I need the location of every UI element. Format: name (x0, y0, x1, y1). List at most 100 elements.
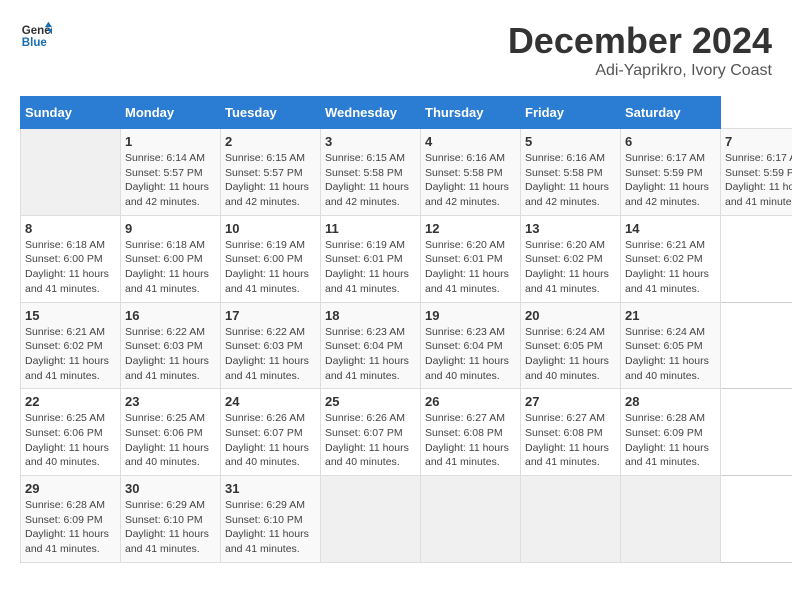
day-info: Sunrise: 6:24 AMSunset: 6:05 PMDaylight:… (625, 325, 716, 384)
calendar-cell: 27 Sunrise: 6:27 AMSunset: 6:08 PMDayligh… (521, 389, 621, 476)
day-info: Sunrise: 6:18 AMSunset: 6:00 PMDaylight:… (25, 238, 116, 297)
day-info: Sunrise: 6:20 AMSunset: 6:01 PMDaylight:… (425, 238, 516, 297)
day-number: 18 (325, 308, 416, 323)
month-title: December 2024 (508, 20, 772, 62)
day-info: Sunrise: 6:29 AMSunset: 6:10 PMDaylight:… (225, 498, 316, 557)
day-number: 16 (125, 308, 216, 323)
calendar-cell (521, 476, 621, 563)
col-header-saturday: Saturday (621, 97, 721, 129)
calendar-cell (421, 476, 521, 563)
day-info: Sunrise: 6:26 AMSunset: 6:07 PMDaylight:… (325, 411, 416, 470)
calendar-cell: 16Sunrise: 6:22 AMSunset: 6:03 PMDayligh… (121, 302, 221, 389)
day-info: Sunrise: 6:26 AMSunset: 6:07 PMDaylight:… (225, 411, 316, 470)
day-number: 3 (325, 134, 416, 149)
day-number: 6 (625, 134, 716, 149)
day-number: 24 (225, 394, 316, 409)
day-number: 30 (125, 481, 216, 496)
calendar-cell (21, 129, 121, 216)
calendar-cell: 6 Sunrise: 6:17 AMSunset: 5:59 PMDaylight… (621, 129, 721, 216)
calendar-cell: 4 Sunrise: 6:16 AMSunset: 5:58 PMDaylight… (421, 129, 521, 216)
col-header-thursday: Thursday (421, 97, 521, 129)
day-number: 9 (125, 221, 216, 236)
col-header-monday: Monday (121, 97, 221, 129)
day-number: 29 (25, 481, 116, 496)
day-number: 26 (425, 394, 516, 409)
day-info: Sunrise: 6:24 AMSunset: 6:05 PMDaylight:… (525, 325, 616, 384)
calendar-cell: 1Sunrise: 6:14 AMSunset: 5:57 PMDaylight… (121, 129, 221, 216)
day-number: 2 (225, 134, 316, 149)
day-info: Sunrise: 6:16 AMSunset: 5:58 PMDaylight:… (425, 151, 516, 210)
day-info: Sunrise: 6:21 AMSunset: 6:02 PMDaylight:… (25, 325, 116, 384)
day-number: 25 (325, 394, 416, 409)
day-info: Sunrise: 6:17 AMSunset: 5:59 PMDaylight:… (625, 151, 716, 210)
calendar-cell: 30 Sunrise: 6:29 AMSunset: 6:10 PMDayligh… (121, 476, 221, 563)
day-number: 1 (125, 134, 216, 149)
day-number: 17 (225, 308, 316, 323)
calendar-cell: 25 Sunrise: 6:26 AMSunset: 6:07 PMDayligh… (321, 389, 421, 476)
col-header-friday: Friday (521, 97, 621, 129)
calendar-cell (321, 476, 421, 563)
col-header-tuesday: Tuesday (221, 97, 321, 129)
calendar-week-row: 29 Sunrise: 6:28 AMSunset: 6:09 PMDayligh… (21, 476, 792, 563)
calendar-week-row: 8 Sunrise: 6:18 AMSunset: 6:00 PMDaylight… (21, 215, 792, 302)
day-number: 12 (425, 221, 516, 236)
calendar-cell: 14Sunrise: 6:21 AMSunset: 6:02 PMDayligh… (621, 215, 721, 302)
calendar-cell: 3 Sunrise: 6:15 AMSunset: 5:58 PMDaylight… (321, 129, 421, 216)
day-number: 28 (625, 394, 716, 409)
day-info: Sunrise: 6:19 AMSunset: 6:01 PMDaylight:… (325, 238, 416, 297)
day-info: Sunrise: 6:23 AMSunset: 6:04 PMDaylight:… (325, 325, 416, 384)
calendar-cell: 22 Sunrise: 6:25 AMSunset: 6:06 PMDayligh… (21, 389, 121, 476)
calendar-cell: 2Sunrise: 6:15 AMSunset: 5:57 PMDaylight… (221, 129, 321, 216)
title-area: December 2024 Adi-Yaprikro, Ivory Coast (508, 20, 772, 80)
calendar-cell: 11 Sunrise: 6:19 AMSunset: 6:01 PMDayligh… (321, 215, 421, 302)
svg-text:Blue: Blue (22, 37, 48, 49)
day-number: 20 (525, 308, 616, 323)
day-info: Sunrise: 6:25 AMSunset: 6:06 PMDaylight:… (125, 411, 216, 470)
day-info: Sunrise: 6:15 AMSunset: 5:58 PMDaylight:… (325, 151, 416, 210)
day-info: Sunrise: 6:27 AMSunset: 6:08 PMDaylight:… (425, 411, 516, 470)
calendar-cell: 24 Sunrise: 6:26 AMSunset: 6:07 PMDayligh… (221, 389, 321, 476)
day-info: Sunrise: 6:25 AMSunset: 6:06 PMDaylight:… (25, 411, 116, 470)
day-info: Sunrise: 6:20 AMSunset: 6:02 PMDaylight:… (525, 238, 616, 297)
calendar-cell: 7 Sunrise: 6:17 AMSunset: 5:59 PMDaylight… (721, 129, 792, 216)
col-header-wednesday: Wednesday (321, 97, 421, 129)
calendar-cell: 9 Sunrise: 6:18 AMSunset: 6:00 PMDaylight… (121, 215, 221, 302)
logo: General Blue (20, 20, 52, 52)
logo-icon: General Blue (20, 20, 52, 52)
day-info: Sunrise: 6:29 AMSunset: 6:10 PMDaylight:… (125, 498, 216, 557)
day-number: 7 (725, 134, 792, 149)
calendar-week-row: 1Sunrise: 6:14 AMSunset: 5:57 PMDaylight… (21, 129, 792, 216)
calendar-cell: 17 Sunrise: 6:22 AMSunset: 6:03 PMDayligh… (221, 302, 321, 389)
calendar-cell: 12 Sunrise: 6:20 AMSunset: 6:01 PMDayligh… (421, 215, 521, 302)
page-header: General Blue December 2024 Adi-Yaprikro,… (20, 20, 772, 80)
calendar-table: SundayMondayTuesdayWednesdayThursdayFrid… (20, 96, 792, 563)
calendar-cell: 8 Sunrise: 6:18 AMSunset: 6:00 PMDaylight… (21, 215, 121, 302)
day-number: 11 (325, 221, 416, 236)
calendar-week-row: 22 Sunrise: 6:25 AMSunset: 6:06 PMDayligh… (21, 389, 792, 476)
day-info: Sunrise: 6:17 AMSunset: 5:59 PMDaylight:… (725, 151, 792, 210)
day-info: Sunrise: 6:18 AMSunset: 6:00 PMDaylight:… (125, 238, 216, 297)
calendar-cell: 5Sunrise: 6:16 AMSunset: 5:58 PMDaylight… (521, 129, 621, 216)
day-info: Sunrise: 6:23 AMSunset: 6:04 PMDaylight:… (425, 325, 516, 384)
day-info: Sunrise: 6:27 AMSunset: 6:08 PMDaylight:… (525, 411, 616, 470)
day-number: 21 (625, 308, 716, 323)
calendar-cell: 26 Sunrise: 6:27 AMSunset: 6:08 PMDayligh… (421, 389, 521, 476)
calendar-cell: 28 Sunrise: 6:28 AMSunset: 6:09 PMDayligh… (621, 389, 721, 476)
day-number: 22 (25, 394, 116, 409)
location-subtitle: Adi-Yaprikro, Ivory Coast (508, 62, 772, 80)
day-info: Sunrise: 6:22 AMSunset: 6:03 PMDaylight:… (225, 325, 316, 384)
calendar-cell (621, 476, 721, 563)
day-number: 23 (125, 394, 216, 409)
day-number: 4 (425, 134, 516, 149)
col-header-sunday: Sunday (21, 97, 121, 129)
day-number: 27 (525, 394, 616, 409)
calendar-cell: 10Sunrise: 6:19 AMSunset: 6:00 PMDayligh… (221, 215, 321, 302)
day-info: Sunrise: 6:28 AMSunset: 6:09 PMDaylight:… (625, 411, 716, 470)
day-number: 5 (525, 134, 616, 149)
calendar-week-row: 15Sunrise: 6:21 AMSunset: 6:02 PMDayligh… (21, 302, 792, 389)
day-number: 8 (25, 221, 116, 236)
day-info: Sunrise: 6:28 AMSunset: 6:09 PMDaylight:… (25, 498, 116, 557)
day-number: 19 (425, 308, 516, 323)
calendar-cell: 15Sunrise: 6:21 AMSunset: 6:02 PMDayligh… (21, 302, 121, 389)
day-number: 10 (225, 221, 316, 236)
